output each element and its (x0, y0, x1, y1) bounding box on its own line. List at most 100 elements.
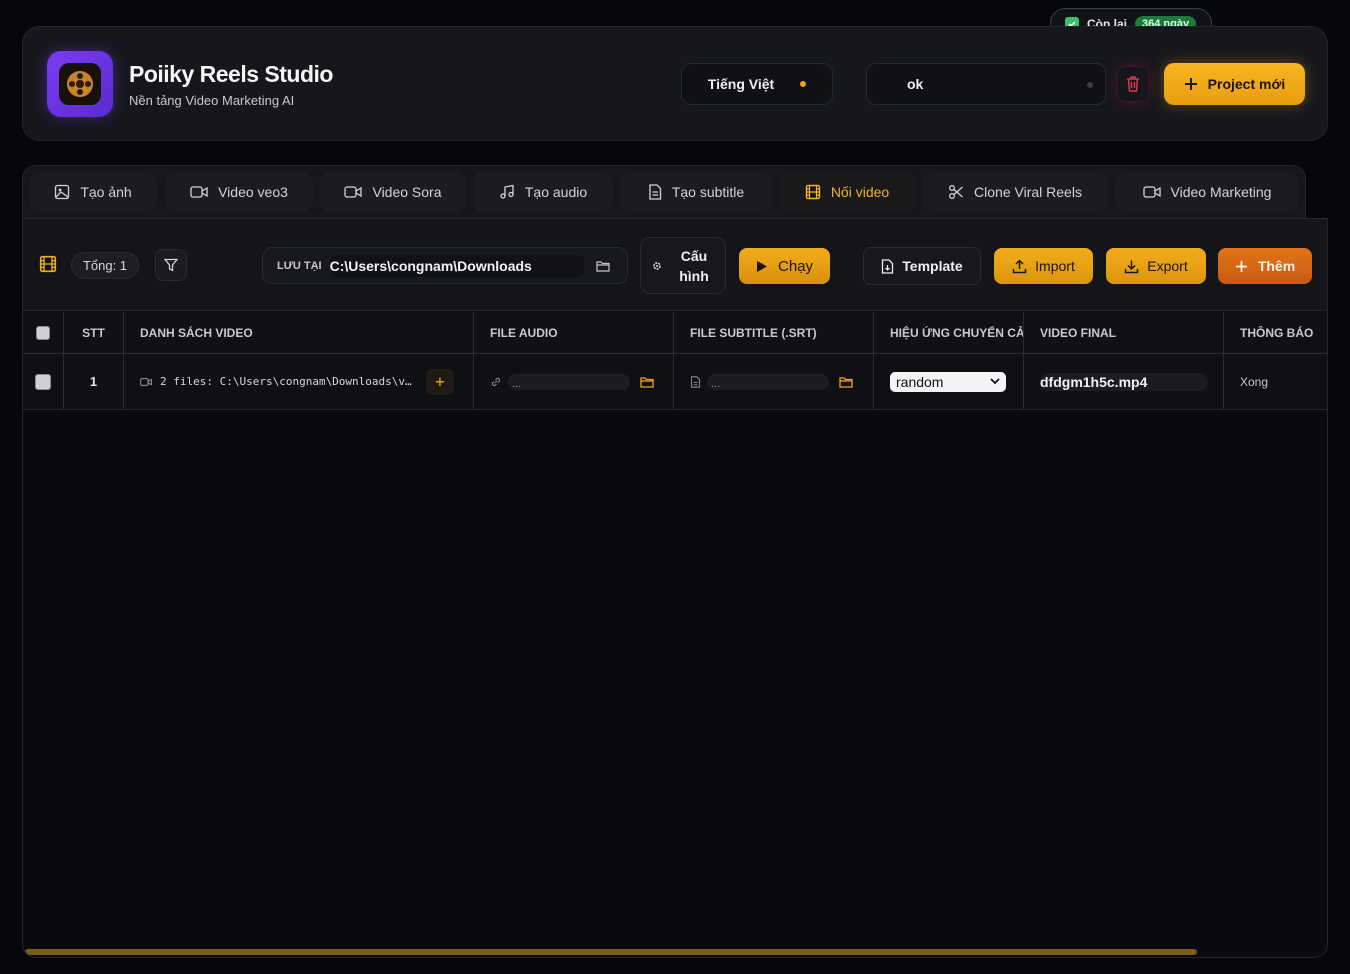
tab-label: Clone Viral Reels (974, 184, 1082, 200)
folder-icon[interactable] (636, 371, 658, 393)
film-reel-icon (67, 71, 93, 97)
plus-icon (1184, 78, 1197, 90)
music-icon (500, 184, 514, 199)
tab-tao-subtitle[interactable]: Tạo subtitle (620, 172, 772, 212)
import-label: Import (1035, 258, 1075, 274)
transition-value: random (896, 373, 944, 390)
delete-project-button[interactable] (1118, 67, 1148, 101)
document-download-icon (882, 258, 894, 274)
add-label: Thêm (1257, 258, 1296, 274)
status-cell: Xong (1224, 354, 1327, 409)
tab-label: Tạo ảnh (80, 184, 132, 200)
video-table: STT DANH SÁCH VIDEO FILE AUDIO FILE SUBT… (23, 312, 1327, 410)
image-icon (55, 184, 70, 200)
final-video-input[interactable]: dfdgm1h5c.mp4 (1040, 372, 1208, 391)
save-label: LƯU TẠI (277, 259, 322, 272)
folder-icon[interactable] (835, 371, 857, 393)
tab-noi-video[interactable]: Nối video (779, 172, 915, 212)
app-header: Poiiky Reels Studio Nền tảng Video Marke… (22, 26, 1328, 141)
tab-label: Nối video (830, 184, 890, 200)
video-list-cell: 2 files: C:\Users\congnam\Downloads\vide… (124, 354, 474, 409)
language-select[interactable]: Tiếng Việt (681, 63, 833, 105)
filter-button[interactable] (155, 249, 187, 281)
row-checkbox[interactable] (35, 373, 51, 390)
import-button[interactable]: Import (994, 248, 1093, 284)
column-header: THÔNG BÁO (1240, 325, 1314, 340)
column-header: HIỆU ỨNG CHUYỂN CẢNH (874, 312, 1024, 353)
column-header: DANH SÁCH VIDEO (124, 312, 474, 353)
tab-label: Video Sora (372, 184, 442, 200)
export-label: Export (1147, 258, 1188, 274)
horizontal-scrollbar[interactable] (25, 949, 1197, 955)
video-icon (190, 186, 208, 198)
final-video-cell: dfdgm1h5c.mp4 (1024, 354, 1224, 409)
subtitle-cell: ... (674, 354, 874, 409)
transition-select[interactable]: random (890, 371, 1006, 392)
tab-video-marketing[interactable]: Video Marketing (1115, 172, 1299, 212)
project-select[interactable]: ok (866, 63, 1106, 105)
status-text: Xong (1240, 374, 1269, 389)
tab-bar: Tạo ảnh Video veo3 Video Sora Tạo audio … (22, 165, 1306, 219)
tab-video-sora[interactable]: Video Sora (320, 172, 466, 212)
folder-icon[interactable] (595, 260, 610, 272)
audio-input[interactable]: ... (508, 373, 630, 390)
film-icon (39, 255, 57, 273)
subtitle-input[interactable]: ... (707, 373, 829, 390)
main-panel: Tổng: 1 LƯU TẠI C:\Users\congnam\Downloa… (22, 218, 1328, 958)
tab-tao-audio[interactable]: Tạo audio (473, 172, 613, 212)
save-path-input[interactable]: C:\Users\congnam\Downloads (329, 254, 584, 277)
trash-icon (1127, 76, 1139, 92)
stt-cell: 1 (64, 354, 124, 409)
film-icon (805, 184, 821, 200)
column-header: VIDEO FINAL (1024, 312, 1224, 353)
column-header: FILE AUDIO (474, 312, 674, 353)
row-number: 1 (89, 374, 98, 389)
app-title: Poiiky Reels Studio (129, 61, 333, 87)
run-button[interactable]: Chạy (739, 248, 830, 284)
gear-icon (653, 261, 661, 270)
app-logo (47, 51, 113, 117)
app-subtitle: Nền tảng Video Marketing AI (129, 93, 295, 108)
select-all-cell (23, 312, 64, 353)
audio-cell: ... (474, 354, 674, 409)
tab-label: Video Marketing (1170, 184, 1272, 200)
tab-clone-viral-reels[interactable]: Clone Viral Reels (922, 172, 1108, 212)
download-icon (1125, 260, 1139, 273)
total-count: Tổng: 1 (71, 252, 139, 279)
table-row: 1 2 files: C:\Users\congnam\Downloads\vi… (23, 354, 1327, 410)
run-label: Chạy (777, 257, 814, 275)
language-value: Tiếng Việt (707, 76, 775, 92)
tab-video-veo3[interactable]: Video veo3 (165, 172, 313, 212)
config-label: Cấu hình (679, 247, 709, 284)
template-button[interactable]: Template (863, 247, 981, 285)
save-location: LƯU TẠI C:\Users\congnam\Downloads (262, 247, 628, 284)
new-project-label: Project mới (1207, 76, 1286, 92)
play-icon (756, 260, 767, 272)
video-icon (344, 186, 363, 198)
add-button[interactable]: Thêm (1218, 248, 1312, 284)
export-button[interactable]: Export (1106, 248, 1206, 284)
config-button[interactable]: Cấu hình (640, 237, 726, 294)
tab-label: Video veo3 (218, 184, 288, 200)
chevron-down-icon (990, 378, 1000, 385)
row-select-cell (23, 354, 64, 409)
add-video-button[interactable]: + (426, 368, 454, 395)
document-icon (649, 184, 661, 200)
filter-icon (164, 258, 178, 272)
scissors-icon (949, 185, 963, 199)
select-all-checkbox[interactable] (36, 325, 50, 340)
video-list-text[interactable]: 2 files: C:\Users\congnam\Downloads\vide… (160, 375, 418, 388)
toolbar: Tổng: 1 LƯU TẠI C:\Users\congnam\Downloa… (23, 219, 1327, 311)
new-project-button[interactable]: Project mới (1164, 63, 1305, 105)
tab-tao-anh[interactable]: Tạo ảnh (29, 172, 157, 212)
upload-icon (1012, 258, 1027, 273)
status-dot-icon (800, 81, 807, 87)
video-icon (1142, 186, 1161, 198)
project-value: ok (907, 76, 924, 92)
transition-cell: random (874, 354, 1024, 409)
link-icon (491, 377, 501, 386)
column-header: FILE SUBTITLE (.SRT) (674, 312, 874, 353)
plus-icon (1235, 260, 1247, 272)
video-icon (140, 377, 152, 386)
tab-label: Tạo subtitle (671, 184, 745, 200)
